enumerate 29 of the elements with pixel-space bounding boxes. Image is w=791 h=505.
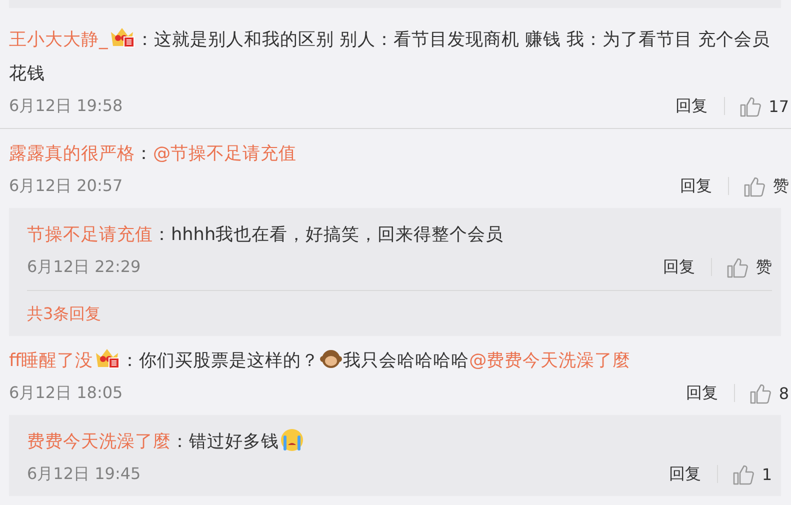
like-count[interactable]: 赞 [773, 176, 789, 196]
reply-link[interactable]: 回复 [680, 176, 712, 196]
timestamp: 6月12日 22:29 [27, 256, 142, 278]
timestamp: 6月12日 19:58 [9, 96, 124, 116]
thumbs-up-icon [740, 96, 761, 116]
comment-text: 我只会哈哈哈哈 [343, 351, 470, 371]
comment-text: 花钱 [9, 63, 45, 86]
comment-text: ： [135, 144, 153, 164]
comment-text: ：你们买股票是这样的？ [121, 351, 320, 371]
timestamp: 6月12日 20:57 [9, 176, 124, 196]
timestamp: 6月12日 19:45 [27, 464, 142, 484]
like-count[interactable]: 17 [768, 96, 789, 116]
comment-text: ：hhhh我也在看，好搞笑，回来得整个会员 [153, 225, 504, 245]
thumbs-up-icon [727, 256, 748, 278]
reply-link[interactable]: 回复 [676, 96, 708, 116]
thumbs-up-icon [732, 464, 754, 484]
reply-link[interactable]: 回复 [663, 256, 695, 278]
like-count[interactable]: 8 [778, 384, 789, 402]
comment-text: ：这就是别人和我的区别 别人：看节目发现商机 赚钱 我：为了看节目 充个会员 [136, 30, 770, 50]
like-count[interactable]: 1 [762, 464, 772, 484]
comment-text: ：错过好多钱 [171, 432, 279, 452]
timestamp: 6月12日 18:05 [9, 382, 124, 404]
thumbs-up-icon [750, 382, 771, 404]
reply-link[interactable]: 回复 [686, 382, 718, 404]
reply-link[interactable]: 回复 [668, 464, 701, 484]
like-count[interactable]: 赞 [756, 256, 772, 278]
crying-emoji-icon [280, 428, 304, 452]
thumbs-up-icon [744, 176, 765, 196]
monkey-emoji-icon [320, 348, 342, 370]
